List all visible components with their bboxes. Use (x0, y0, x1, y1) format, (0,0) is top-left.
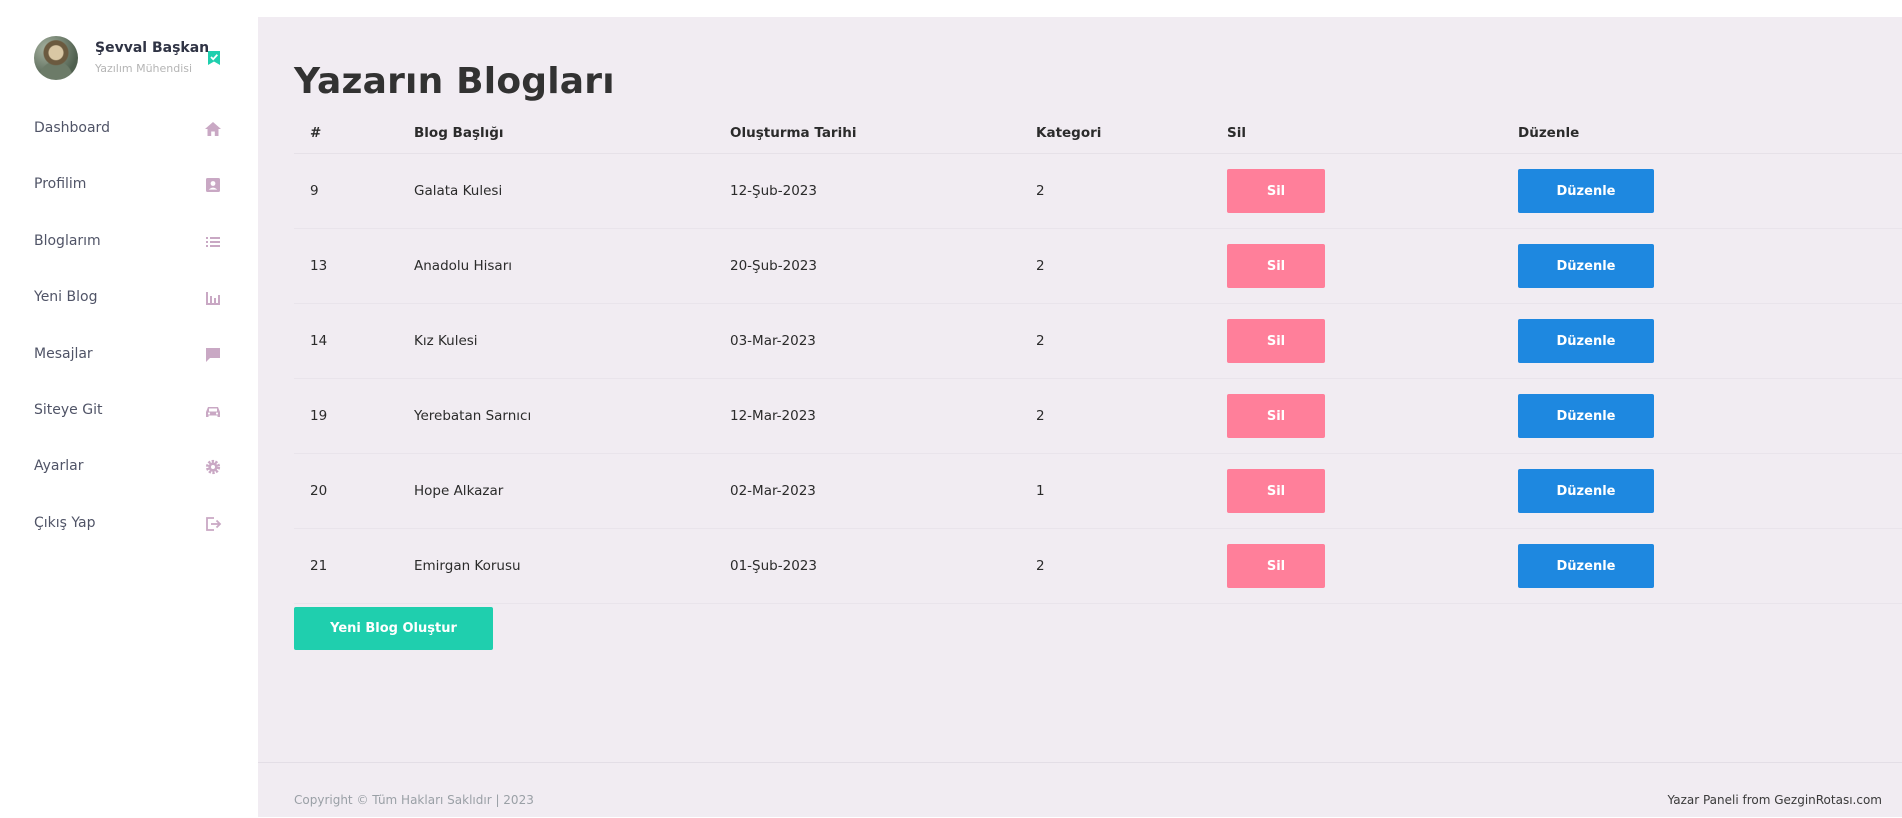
row-edit-cell: Düzenle (1502, 228, 1902, 304)
delete-button[interactable]: Sil (1227, 244, 1325, 288)
edit-button[interactable]: Düzenle (1518, 169, 1654, 213)
row-category: 2 (1020, 153, 1211, 229)
row-date: 01-Şub-2023 (714, 528, 1020, 604)
bar-chart-icon (206, 292, 220, 306)
logout-icon (206, 516, 222, 531)
sidebar-item-label: Çıkış Yap (34, 514, 96, 531)
row-category: 1 (1020, 453, 1211, 529)
footer: Copyright © Tüm Hakları Saklıdır | 2023 … (258, 762, 1902, 818)
sidebar-item-ayarlar[interactable]: Ayarlar (0, 448, 258, 504)
main-content: Yazarın Blogları # Blog Başlığı Oluşturm… (258, 17, 1902, 817)
edit-button[interactable]: Düzenle (1518, 394, 1654, 438)
sidebar-item-label: Bloglarım (34, 232, 101, 249)
row-title: Anadolu Hisarı (398, 228, 714, 304)
row-delete-cell: Sil (1211, 153, 1502, 229)
row-edit-cell: Düzenle (1502, 378, 1902, 454)
table-row: 9 Galata Kulesi 12-Şub-2023 2 Sil Düzenl… (294, 153, 1902, 229)
verified-badge-icon (208, 51, 220, 65)
column-header-edit: Düzenle (1502, 113, 1902, 154)
row-id: 14 (294, 303, 398, 379)
delete-button[interactable]: Sil (1227, 169, 1325, 213)
sidebar-item-cikis-yap[interactable]: Çıkış Yap (0, 505, 258, 561)
row-edit-cell: Düzenle (1502, 528, 1902, 604)
table-row: 19 Yerebatan Sarnıcı 12-Mar-2023 2 Sil D… (294, 378, 1902, 454)
contact-card-icon (206, 178, 220, 193)
row-edit-cell: Düzenle (1502, 453, 1902, 529)
row-date: 02-Mar-2023 (714, 453, 1020, 529)
row-delete-cell: Sil (1211, 378, 1502, 454)
row-category: 2 (1020, 378, 1211, 454)
edit-button[interactable]: Düzenle (1518, 469, 1654, 513)
sidebar-item-label: Profilim (34, 176, 87, 193)
row-category: 2 (1020, 528, 1211, 604)
table-row: 21 Emirgan Korusu 01-Şub-2023 2 Sil Düze… (294, 528, 1902, 604)
row-delete-cell: Sil (1211, 228, 1502, 304)
row-id: 13 (294, 228, 398, 304)
blog-table: # Blog Başlığı Oluşturma Tarihi Kategori… (294, 113, 1902, 604)
new-blog-button[interactable]: Yeni Blog Oluştur (294, 607, 493, 650)
sidebar-item-label: Yeni Blog (34, 289, 98, 306)
row-delete-cell: Sil (1211, 303, 1502, 379)
sidebar-menu: Dashboard Profilim Bloglarım Yeni Blog M… (0, 110, 258, 561)
row-edit-cell: Düzenle (1502, 303, 1902, 379)
sidebar-item-bloglarim[interactable]: Bloglarım (0, 223, 258, 279)
row-delete-cell: Sil (1211, 528, 1502, 604)
table-row: 13 Anadolu Hisarı 20-Şub-2023 2 Sil Düze… (294, 228, 1902, 304)
footer-copyright: Copyright © Tüm Hakları Saklıdır | 2023 (294, 793, 534, 807)
profile-role: Yazılım Mühendisi (95, 62, 193, 75)
column-header-id: # (294, 113, 398, 154)
column-header-delete: Sil (1211, 113, 1502, 154)
row-date: 20-Şub-2023 (714, 228, 1020, 304)
row-delete-cell: Sil (1211, 453, 1502, 529)
edit-button[interactable]: Düzenle (1518, 544, 1654, 588)
row-title: Hope Alkazar (398, 453, 714, 529)
sidebar-item-label: Ayarlar (34, 458, 84, 475)
table-row: 20 Hope Alkazar 02-Mar-2023 1 Sil Düzenl… (294, 453, 1902, 529)
car-icon (206, 406, 220, 417)
row-category: 2 (1020, 303, 1211, 379)
chat-icon (206, 347, 220, 362)
row-title: Yerebatan Sarnıcı (398, 378, 714, 454)
row-title: Galata Kulesi (398, 153, 714, 229)
row-id: 9 (294, 153, 398, 229)
column-header-date: Oluşturma Tarihi (714, 113, 1020, 154)
sidebar-item-siteye-git[interactable]: Siteye Git (0, 392, 258, 448)
sidebar-item-profilim[interactable]: Profilim (0, 166, 258, 222)
user-profile[interactable]: Şevval Başkan Yazılım Mühendisi (34, 36, 229, 82)
row-date: 03-Mar-2023 (714, 303, 1020, 379)
delete-button[interactable]: Sil (1227, 319, 1325, 363)
table-header-row: # Blog Başlığı Oluşturma Tarihi Kategori… (294, 113, 1902, 154)
column-header-category: Kategori (1020, 113, 1211, 154)
row-date: 12-Şub-2023 (714, 153, 1020, 229)
profile-name: Şevval Başkan (95, 40, 210, 56)
delete-button[interactable]: Sil (1227, 544, 1325, 588)
row-id: 19 (294, 378, 398, 454)
gear-icon (205, 460, 221, 475)
row-id: 21 (294, 528, 398, 604)
column-header-title: Blog Başlığı (398, 113, 714, 154)
page-title: Yazarın Blogları (294, 61, 615, 102)
home-icon (205, 122, 221, 136)
sidebar-item-label: Mesajlar (34, 345, 93, 362)
sidebar-item-label: Siteye Git (34, 401, 103, 418)
row-category: 2 (1020, 228, 1211, 304)
sidebar-item-dashboard[interactable]: Dashboard (0, 110, 258, 166)
table-row: 14 Kız Kulesi 03-Mar-2023 2 Sil Düzenle (294, 303, 1902, 379)
sidebar-item-yeni-blog[interactable]: Yeni Blog (0, 279, 258, 335)
row-edit-cell: Düzenle (1502, 153, 1902, 229)
sidebar-item-label: Dashboard (34, 120, 110, 136)
delete-button[interactable]: Sil (1227, 394, 1325, 438)
avatar[interactable] (34, 36, 78, 80)
row-id: 20 (294, 453, 398, 529)
footer-credit: Yazar Paneli from GezginRotası.com (1667, 793, 1882, 807)
sidebar: Şevval Başkan Yazılım Mühendisi Dashboar… (0, 0, 258, 817)
edit-button[interactable]: Düzenle (1518, 319, 1654, 363)
sidebar-item-mesajlar[interactable]: Mesajlar (0, 336, 258, 392)
list-icon (206, 236, 220, 247)
row-date: 12-Mar-2023 (714, 378, 1020, 454)
edit-button[interactable]: Düzenle (1518, 244, 1654, 288)
delete-button[interactable]: Sil (1227, 469, 1325, 513)
row-title: Emirgan Korusu (398, 528, 714, 604)
row-title: Kız Kulesi (398, 303, 714, 379)
